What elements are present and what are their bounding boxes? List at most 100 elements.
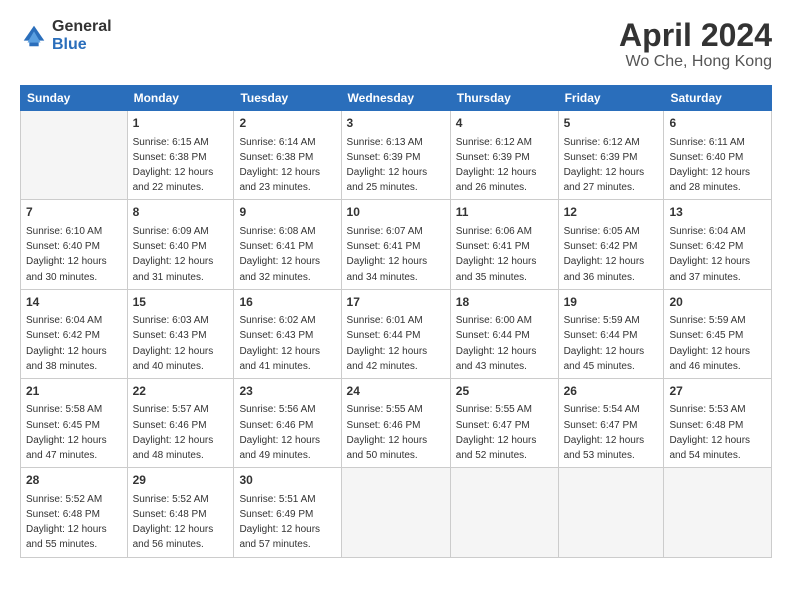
calendar-day-24: 24 Sunrise: 5:55 AM Sunset: 6:46 PM Dayli… bbox=[341, 378, 450, 467]
weekday-header-row: SundayMondayTuesdayWednesdayThursdayFrid… bbox=[21, 86, 772, 111]
day-number: 14 bbox=[26, 294, 122, 311]
day-info: Sunrise: 5:58 AM Sunset: 6:45 PM Dayligh… bbox=[26, 404, 107, 461]
calendar-day-21: 21 Sunrise: 5:58 AM Sunset: 6:45 PM Dayli… bbox=[21, 378, 128, 467]
calendar-day-16: 16Sunrise: 6:02 AM Sunset: 6:43 PM Dayli… bbox=[234, 289, 341, 378]
day-info: Sunrise: 6:07 AM Sunset: 6:41 PM Dayligh… bbox=[347, 226, 428, 283]
calendar-day-11: 11 Sunrise: 6:06 AM Sunset: 6:41 PM Dayli… bbox=[450, 200, 558, 289]
day-info: Sunrise: 6:00 AM Sunset: 6:44 PM Dayligh… bbox=[456, 315, 537, 372]
calendar-day-10: 10Sunrise: 6:07 AM Sunset: 6:41 PM Dayli… bbox=[341, 200, 450, 289]
day-number: 30 bbox=[239, 472, 335, 489]
calendar-day-30: 30 Sunrise: 5:51 AM Sunset: 6:49 PM Dayli… bbox=[234, 468, 341, 557]
calendar-day-empty bbox=[21, 111, 128, 200]
day-number: 27 bbox=[669, 383, 766, 400]
day-number: 8 bbox=[133, 204, 229, 221]
day-info: Sunrise: 5:55 AM Sunset: 6:47 PM Dayligh… bbox=[456, 404, 537, 461]
day-number: 17 bbox=[347, 294, 445, 311]
calendar-day-9: 9 Sunrise: 6:08 AM Sunset: 6:41 PM Daylig… bbox=[234, 200, 341, 289]
day-number: 13 bbox=[669, 204, 766, 221]
calendar-day-2: 2 Sunrise: 6:14 AM Sunset: 6:38 PM Daylig… bbox=[234, 111, 341, 200]
day-number: 16 bbox=[239, 294, 335, 311]
day-info: Sunrise: 6:13 AM Sunset: 6:39 PM Dayligh… bbox=[347, 137, 428, 194]
day-info: Sunrise: 6:14 AM Sunset: 6:38 PM Dayligh… bbox=[239, 137, 320, 194]
day-info: Sunrise: 6:03 AM Sunset: 6:43 PM Dayligh… bbox=[133, 315, 214, 372]
calendar-day-6: 6Sunrise: 6:11 AM Sunset: 6:40 PM Daylig… bbox=[664, 111, 772, 200]
day-info: Sunrise: 6:09 AM Sunset: 6:40 PM Dayligh… bbox=[133, 226, 214, 283]
day-info: Sunrise: 6:04 AM Sunset: 6:42 PM Dayligh… bbox=[669, 226, 750, 283]
day-number: 19 bbox=[564, 294, 659, 311]
calendar-week-1: 1Sunrise: 6:15 AM Sunset: 6:38 PM Daylig… bbox=[21, 111, 772, 200]
weekday-header-wednesday: Wednesday bbox=[341, 86, 450, 111]
weekday-header-sunday: Sunday bbox=[21, 86, 128, 111]
day-info: Sunrise: 6:10 AM Sunset: 6:40 PM Dayligh… bbox=[26, 226, 107, 283]
calendar-day-empty bbox=[341, 468, 450, 557]
logo-icon bbox=[20, 22, 48, 50]
day-info: Sunrise: 5:54 AM Sunset: 6:47 PM Dayligh… bbox=[564, 404, 645, 461]
calendar-day-4: 4Sunrise: 6:12 AM Sunset: 6:39 PM Daylig… bbox=[450, 111, 558, 200]
day-number: 20 bbox=[669, 294, 766, 311]
calendar-week-3: 14 Sunrise: 6:04 AM Sunset: 6:42 PM Dayli… bbox=[21, 289, 772, 378]
day-info: Sunrise: 6:04 AM Sunset: 6:42 PM Dayligh… bbox=[26, 315, 107, 372]
calendar-day-27: 27Sunrise: 5:53 AM Sunset: 6:48 PM Dayli… bbox=[664, 378, 772, 467]
day-info: Sunrise: 6:06 AM Sunset: 6:41 PM Dayligh… bbox=[456, 226, 537, 283]
title-location: Wo Che, Hong Kong bbox=[619, 53, 772, 71]
calendar-day-empty bbox=[558, 468, 664, 557]
day-info: Sunrise: 5:55 AM Sunset: 6:46 PM Dayligh… bbox=[347, 404, 428, 461]
day-number: 5 bbox=[564, 115, 659, 132]
day-number: 28 bbox=[26, 472, 122, 489]
day-number: 1 bbox=[133, 115, 229, 132]
day-info: Sunrise: 5:52 AM Sunset: 6:48 PM Dayligh… bbox=[26, 494, 107, 551]
calendar-day-17: 17Sunrise: 6:01 AM Sunset: 6:44 PM Dayli… bbox=[341, 289, 450, 378]
day-info: Sunrise: 6:05 AM Sunset: 6:42 PM Dayligh… bbox=[564, 226, 645, 283]
day-number: 9 bbox=[239, 204, 335, 221]
day-number: 29 bbox=[133, 472, 229, 489]
calendar-day-23: 23Sunrise: 5:56 AM Sunset: 6:46 PM Dayli… bbox=[234, 378, 341, 467]
calendar-day-26: 26 Sunrise: 5:54 AM Sunset: 6:47 PM Dayli… bbox=[558, 378, 664, 467]
header: General Blue April 2024 Wo Che, Hong Kon… bbox=[20, 18, 772, 71]
logo-general: General bbox=[52, 18, 112, 36]
day-number: 21 bbox=[26, 383, 122, 400]
calendar-week-4: 21 Sunrise: 5:58 AM Sunset: 6:45 PM Dayli… bbox=[21, 378, 772, 467]
day-number: 15 bbox=[133, 294, 229, 311]
weekday-header-thursday: Thursday bbox=[450, 86, 558, 111]
calendar-day-15: 15 Sunrise: 6:03 AM Sunset: 6:43 PM Dayli… bbox=[127, 289, 234, 378]
day-number: 22 bbox=[133, 383, 229, 400]
calendar-day-1: 1Sunrise: 6:15 AM Sunset: 6:38 PM Daylig… bbox=[127, 111, 234, 200]
calendar-day-19: 19 Sunrise: 5:59 AM Sunset: 6:44 PM Dayli… bbox=[558, 289, 664, 378]
title-month: April 2024 bbox=[619, 18, 772, 53]
day-info: Sunrise: 6:11 AM Sunset: 6:40 PM Dayligh… bbox=[669, 137, 750, 194]
day-number: 2 bbox=[239, 115, 335, 132]
calendar-week-2: 7Sunrise: 6:10 AM Sunset: 6:40 PM Daylig… bbox=[21, 200, 772, 289]
day-info: Sunrise: 5:59 AM Sunset: 6:44 PM Dayligh… bbox=[564, 315, 645, 372]
day-number: 11 bbox=[456, 204, 553, 221]
calendar-day-8: 8 Sunrise: 6:09 AM Sunset: 6:40 PM Daylig… bbox=[127, 200, 234, 289]
logo: General Blue bbox=[20, 18, 112, 53]
day-info: Sunrise: 5:51 AM Sunset: 6:49 PM Dayligh… bbox=[239, 494, 320, 551]
calendar-table: SundayMondayTuesdayWednesdayThursdayFrid… bbox=[20, 85, 772, 557]
calendar-day-20: 20Sunrise: 5:59 AM Sunset: 6:45 PM Dayli… bbox=[664, 289, 772, 378]
calendar-day-28: 28 Sunrise: 5:52 AM Sunset: 6:48 PM Dayli… bbox=[21, 468, 128, 557]
day-number: 3 bbox=[347, 115, 445, 132]
day-number: 23 bbox=[239, 383, 335, 400]
day-number: 24 bbox=[347, 383, 445, 400]
day-info: Sunrise: 5:57 AM Sunset: 6:46 PM Dayligh… bbox=[133, 404, 214, 461]
day-number: 18 bbox=[456, 294, 553, 311]
logo-blue: Blue bbox=[52, 36, 112, 54]
calendar-day-14: 14 Sunrise: 6:04 AM Sunset: 6:42 PM Dayli… bbox=[21, 289, 128, 378]
calendar-week-5: 28 Sunrise: 5:52 AM Sunset: 6:48 PM Dayli… bbox=[21, 468, 772, 557]
calendar-day-29: 29 Sunrise: 5:52 AM Sunset: 6:48 PM Dayli… bbox=[127, 468, 234, 557]
weekday-header-friday: Friday bbox=[558, 86, 664, 111]
calendar-day-22: 22 Sunrise: 5:57 AM Sunset: 6:46 PM Dayli… bbox=[127, 378, 234, 467]
day-number: 12 bbox=[564, 204, 659, 221]
title-block: April 2024 Wo Che, Hong Kong bbox=[619, 18, 772, 71]
weekday-header-saturday: Saturday bbox=[664, 86, 772, 111]
day-number: 4 bbox=[456, 115, 553, 132]
day-number: 25 bbox=[456, 383, 553, 400]
calendar-day-empty bbox=[450, 468, 558, 557]
calendar-day-25: 25 Sunrise: 5:55 AM Sunset: 6:47 PM Dayli… bbox=[450, 378, 558, 467]
day-number: 26 bbox=[564, 383, 659, 400]
calendar-day-18: 18 Sunrise: 6:00 AM Sunset: 6:44 PM Dayli… bbox=[450, 289, 558, 378]
day-info: Sunrise: 6:12 AM Sunset: 6:39 PM Dayligh… bbox=[564, 137, 645, 194]
logo-text: General Blue bbox=[52, 18, 112, 53]
day-info: Sunrise: 6:08 AM Sunset: 6:41 PM Dayligh… bbox=[239, 226, 320, 283]
day-info: Sunrise: 5:52 AM Sunset: 6:48 PM Dayligh… bbox=[133, 494, 214, 551]
